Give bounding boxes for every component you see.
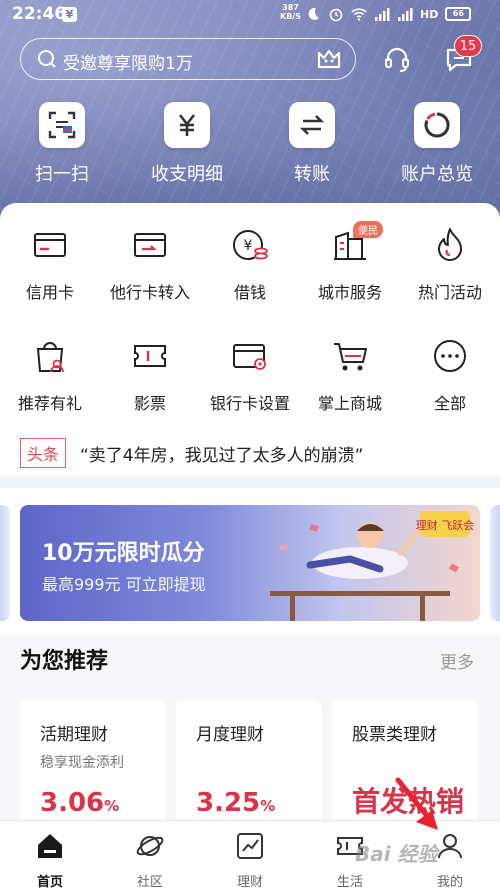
headline-text: “卖了4年房，我见过了太多人的崩溃”	[80, 446, 364, 466]
service-hot-activities[interactable]: 热门活动	[400, 225, 500, 303]
card-title: 股票类理财	[352, 725, 437, 745]
nav-wealth[interactable]: 理财	[200, 831, 300, 889]
quick-action-overview[interactable]: 账户总览	[382, 102, 492, 186]
service-city[interactable]: 城市服务	[300, 225, 400, 303]
search-placeholder: 受邀尊享限购1万	[63, 54, 193, 74]
convenience-tag: 便民	[353, 221, 383, 238]
quick-action-scan[interactable]: 扫一扫	[7, 102, 117, 186]
banner-prev-peek	[0, 505, 10, 621]
nav-home[interactable]: 首页	[0, 831, 100, 889]
card-rate: 3.06%	[40, 788, 120, 818]
pie-icon	[424, 112, 450, 138]
status-icons: HD 66	[305, 6, 472, 22]
card-title: 活期理财	[40, 725, 108, 745]
annotation-arrow-icon	[395, 777, 438, 830]
scan-icon	[48, 111, 76, 139]
loan-icon: ¥	[233, 230, 268, 260]
svg-text:理财 飞跃会: 理财 飞跃会	[416, 518, 475, 532]
status-bar: 22:46 ¥ 387 KB/S HD 66	[0, 0, 500, 30]
customer-service-icon[interactable]	[382, 44, 412, 74]
alarm-icon	[329, 8, 343, 22]
service-loan[interactable]: ¥ 借钱	[200, 225, 300, 303]
service-card-transfer-in[interactable]: 他行卡转入	[100, 225, 200, 303]
signal-icon	[375, 8, 390, 21]
more-icon	[434, 340, 466, 372]
search-bar[interactable]: 受邀尊享限购1万	[20, 38, 356, 80]
headline-tag: 头条	[20, 438, 67, 468]
service-referral[interactable]: 推荐有礼	[0, 336, 100, 414]
flame-icon	[438, 228, 462, 261]
service-mall[interactable]: 掌上商城	[300, 336, 400, 414]
card-rate: 3.25%	[196, 788, 276, 818]
planet-icon	[136, 836, 164, 856]
signal-icon-2	[398, 8, 413, 21]
chart-icon	[237, 833, 263, 859]
search-icon	[38, 50, 56, 68]
gift-bag-icon	[36, 342, 64, 373]
recommend-title: 为您推荐	[20, 649, 109, 674]
card-settings-icon	[233, 344, 266, 370]
nav-community[interactable]: 社区	[100, 831, 200, 889]
promo-banner[interactable]: 10万元限时瓜分 最高999元 可立即提现 理财 飞跃会	[20, 505, 480, 621]
mascot-icon	[317, 49, 341, 69]
card-title: 月度理财	[196, 725, 264, 745]
moon-icon	[308, 7, 319, 20]
service-movie-ticket[interactable]: 影票	[100, 336, 200, 414]
wifi-icon	[351, 8, 367, 21]
net-speed: 387 KB/S	[280, 3, 301, 21]
quick-action-statement[interactable]: 收支明细	[132, 102, 242, 186]
svg-text:¥: ¥	[244, 238, 253, 254]
app-notification-icon: ¥	[62, 7, 77, 22]
recommend-more-link[interactable]: 更多	[440, 648, 474, 673]
banner-illustration: 理财 飞跃会	[270, 511, 475, 621]
recommend-card-monthly[interactable]: 月度理财 3.25%	[176, 700, 322, 830]
credit-card-icon	[34, 233, 66, 257]
yuan-icon	[178, 114, 196, 136]
watermark: Bai 经验	[355, 842, 438, 866]
transfer-icon	[299, 115, 325, 135]
status-time: 22:46	[12, 4, 67, 24]
card-in-icon	[134, 233, 166, 257]
headline-news[interactable]: 头条 “卖了4年房，我见过了太多人的崩溃”	[0, 430, 500, 476]
service-card-settings[interactable]: 银行卡设置	[200, 336, 300, 414]
card-subtitle: 稳享现金添利	[40, 755, 124, 771]
ticket-icon	[134, 345, 166, 367]
message-count-badge: 15	[454, 35, 482, 57]
recommend-card-demand[interactable]: 活期理财 稳享现金添利 3.06%	[20, 700, 166, 830]
quick-action-transfer[interactable]: 转账	[257, 102, 367, 186]
banner-next-peek	[490, 505, 500, 621]
banner-subtitle: 最高999元 可立即提现	[42, 575, 206, 594]
service-credit-card[interactable]: 信用卡	[0, 225, 100, 303]
service-all[interactable]: 全部	[400, 336, 500, 414]
battery-icon: 66	[445, 7, 472, 21]
banner-title: 10万元限时瓜分	[42, 541, 205, 566]
home-icon	[38, 834, 62, 858]
section-divider	[0, 476, 500, 488]
hd-icon: HD	[420, 7, 439, 21]
cart-icon	[334, 343, 367, 371]
